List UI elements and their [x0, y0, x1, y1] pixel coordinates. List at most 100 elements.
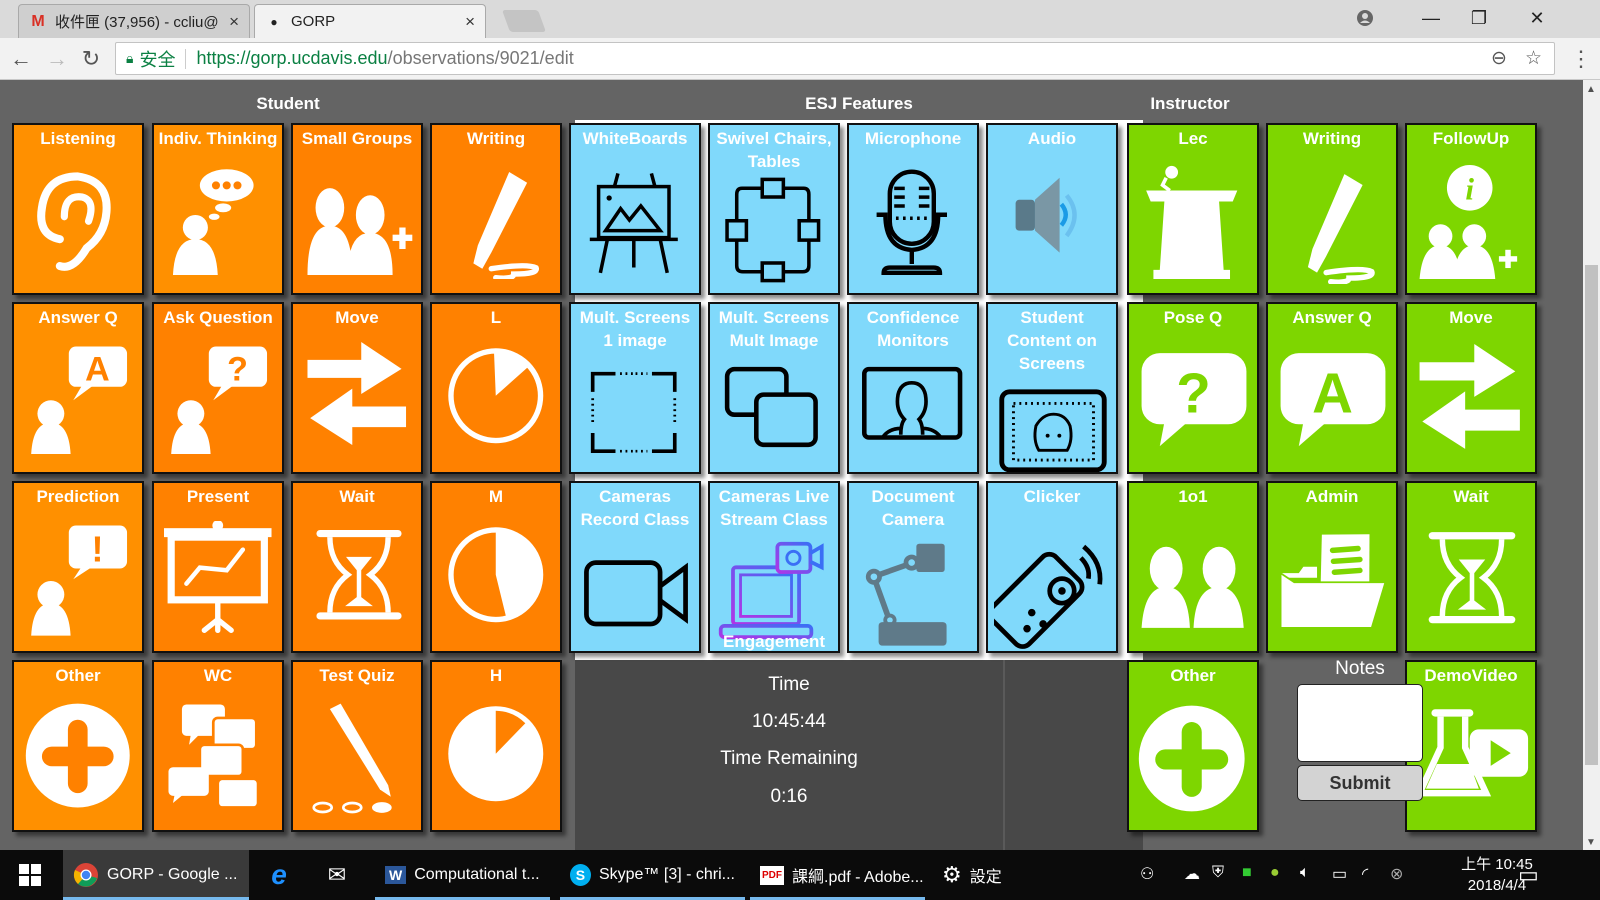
student-tile-wc[interactable]: WC: [152, 660, 284, 832]
taskbar-item-mail[interactable]: ✉: [310, 850, 364, 900]
tab-title: 收件匣 (37,956) - ccliu@: [55, 14, 219, 31]
instructor-tile-other[interactable]: Other: [1127, 660, 1259, 832]
notifications-icon[interactable]: ▭: [1518, 862, 1539, 888]
volume-icon[interactable]: 🔈︎: [1300, 864, 1310, 882]
scroll-up-icon[interactable]: ▲: [1586, 84, 1596, 95]
network-error-icon[interactable]: ⊗: [1390, 864, 1403, 884]
document-camera-icon: [865, 543, 947, 646]
instructor-section-title: Instructor: [1150, 94, 1230, 113]
taskbar-item-settings[interactable]: ⚙ 設定: [932, 850, 1032, 900]
taskbar-label: 設定: [969, 869, 1002, 886]
instructor-tile-followup[interactable]: FollowUp i: [1405, 123, 1537, 295]
instructor-tile-lec[interactable]: Lec: [1127, 123, 1259, 295]
close-tab-icon[interactable]: ×: [229, 12, 239, 32]
student-tile-other[interactable]: Other: [12, 660, 144, 832]
line-app-icon[interactable]: ■: [1242, 864, 1252, 882]
new-tab-button[interactable]: [501, 10, 547, 32]
battery-icon[interactable]: ▭: [1332, 864, 1347, 884]
tile-label: Ask Question: [163, 308, 273, 327]
close-window-icon[interactable]: ✕: [1514, 4, 1560, 32]
tile-label: Answer Q: [38, 308, 118, 327]
student-tile-prediction[interactable]: Prediction!: [12, 481, 144, 653]
student-tile-wait[interactable]: Wait: [291, 481, 423, 653]
evernote-icon[interactable]: ●: [1270, 864, 1280, 882]
esj-tile-mult-screens-1-image[interactable]: Mult. Screens 1 image: [569, 302, 701, 474]
student-tile-present[interactable]: Present: [152, 481, 284, 653]
easel-icon: [589, 172, 678, 274]
esj-tile-microphone[interactable]: Microphone: [847, 123, 979, 295]
browser-toolbar: ← → ↻ 🔒︎ 安全 https://gorp.ucdavis.edu /ob…: [0, 38, 1600, 80]
instructor-tile-writing[interactable]: Writing: [1266, 123, 1398, 295]
student-tile-test-quiz[interactable]: Test Quiz: [291, 660, 423, 832]
esj-tile-confidence-monitors[interactable]: Confidence Monitors: [847, 302, 979, 474]
back-icon[interactable]: ←: [6, 44, 36, 74]
taskbar-item-chrome[interactable]: GORP - Google ...: [63, 850, 249, 900]
tile-label: Clicker: [1023, 487, 1081, 506]
submit-button[interactable]: Submit: [1297, 765, 1423, 801]
esj-tile-cameras-record-class[interactable]: Cameras Record Class: [569, 481, 701, 653]
menu-icon[interactable]: ⋮: [1570, 46, 1592, 72]
instructor-tile-wait[interactable]: Wait: [1405, 481, 1537, 653]
tile-label: WhiteBoards: [582, 129, 688, 148]
presentation-icon: [164, 521, 272, 633]
gorp-icon: ●: [270, 14, 278, 29]
esj-tile-document-camera[interactable]: Document Camera: [847, 481, 979, 653]
svg-text:?: ?: [227, 351, 248, 389]
notes-input[interactable]: [1297, 684, 1423, 762]
page-scrollbar[interactable]: ▲ ▼: [1583, 80, 1600, 850]
tab-gorp[interactable]: ● GORP ×: [254, 4, 486, 38]
esj-tile-swivel-chairs-tables[interactable]: Swivel Chairs, Tables: [708, 123, 840, 295]
instructor-tile-answer-q[interactable]: Answer Q A: [1266, 302, 1398, 474]
reload-icon[interactable]: ↻: [76, 44, 106, 74]
esj-tile-audio[interactable]: Audio: [986, 123, 1118, 295]
scroll-down-icon[interactable]: ▼: [1586, 837, 1596, 848]
taskbar-item-ie[interactable]: e: [252, 850, 306, 900]
student-tile-listening[interactable]: Listening: [12, 123, 144, 295]
student-tile-h[interactable]: H: [430, 660, 562, 832]
student-tile-m[interactable]: M: [430, 481, 562, 653]
tab-gmail[interactable]: M 收件匣 (37,956) - ccliu@ ×: [18, 4, 250, 38]
cloud-upload-icon[interactable]: ☁: [1184, 864, 1200, 884]
people-icon[interactable]: ⚇: [1140, 864, 1154, 884]
wifi-icon[interactable]: ◜: [1362, 864, 1368, 884]
security-shield-icon[interactable]: ⛨: [1212, 864, 1224, 882]
student-tile-ask-question[interactable]: Ask Question?: [152, 302, 284, 474]
instructor-tile-move[interactable]: Move: [1405, 302, 1537, 474]
scrollbar-thumb[interactable]: [1585, 265, 1598, 765]
esj-tile-mult-screens-mult-image[interactable]: Mult. Screens Mult Image: [708, 302, 840, 474]
instructor-tile-pose-q[interactable]: Pose Q?: [1127, 302, 1259, 474]
close-tab-icon[interactable]: ×: [465, 12, 475, 32]
taskbar-item-pdf[interactable]: PDF 課綱.pdf - Adobe...: [750, 850, 925, 900]
address-bar[interactable]: 🔒︎ 安全 https://gorp.ucdavis.edu /observat…: [115, 42, 1555, 75]
student-tile-small-groups[interactable]: Small Groups: [291, 123, 423, 295]
instructor-tile-admin[interactable]: Admin: [1266, 481, 1398, 653]
windows-taskbar: GORP - Google ... e ✉ W Computational t.…: [0, 850, 1600, 900]
zoom-out-icon[interactable]: ⊖: [1491, 47, 1507, 70]
esj-tile-cameras-live-stream-class[interactable]: Cameras Live Stream Class Engagement: [708, 481, 840, 653]
bookmark-star-icon[interactable]: ☆: [1525, 47, 1542, 70]
taskbar-item-word[interactable]: W Computational t...: [375, 850, 550, 900]
student-tile-indiv-thinking[interactable]: Indiv. Thinking: [152, 123, 284, 295]
windows-icon: [19, 864, 41, 886]
tile-label: Cameras Record Class: [580, 487, 690, 529]
svg-text:?: ?: [1176, 361, 1211, 424]
esj-tile-whiteboards[interactable]: WhiteBoards: [569, 123, 701, 295]
restore-icon[interactable]: ❐: [1456, 4, 1502, 32]
forward-icon[interactable]: →: [42, 44, 72, 74]
instructor-tile-demovideo[interactable]: DemoVideo: [1405, 660, 1537, 832]
esj-tile-clicker[interactable]: Clicker: [986, 481, 1118, 653]
video-camera-icon: [584, 560, 688, 627]
minimize-icon[interactable]: —: [1408, 4, 1454, 32]
student-tile-move[interactable]: Move: [291, 302, 423, 474]
profile-icon[interactable]: [1342, 4, 1388, 32]
student-tile-l[interactable]: L: [430, 302, 562, 474]
student-tile-writing[interactable]: Writing: [430, 123, 562, 295]
student-tile-answer-q[interactable]: Answer Q A: [12, 302, 144, 474]
hourglass-icon: [316, 529, 402, 620]
instructor-tile-1o1[interactable]: 1o1: [1127, 481, 1259, 653]
esj-tile-student-content-on-screens[interactable]: Student Content on Screens: [986, 302, 1118, 474]
start-button[interactable]: [0, 850, 60, 900]
taskbar-item-skype[interactable]: S Skype™ [3] - chri...: [560, 850, 745, 900]
notes-title: Notes: [1335, 658, 1385, 679]
taskbar-label: Computational t...: [414, 866, 540, 883]
